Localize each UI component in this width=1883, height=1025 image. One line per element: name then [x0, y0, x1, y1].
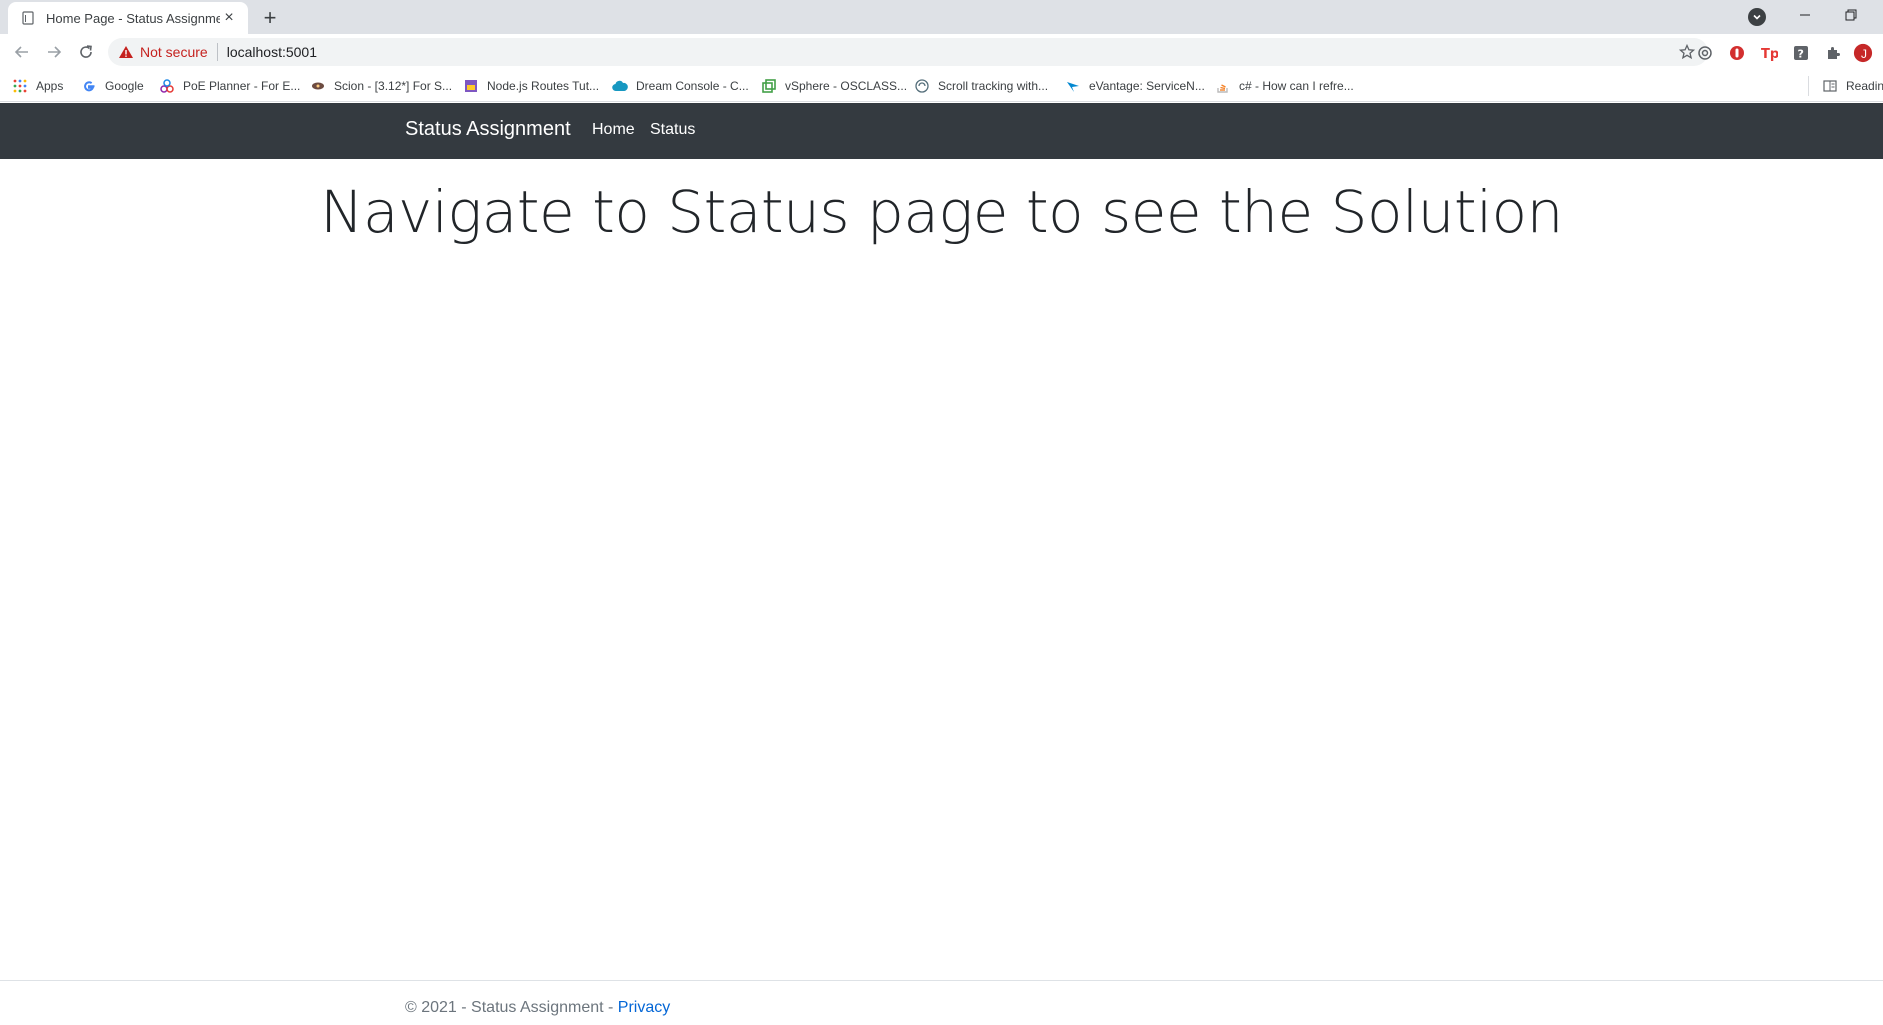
site-footer: © 2021 - Status Assignment - Privacy [0, 980, 1883, 1025]
bookmark-star-icon[interactable] [1678, 43, 1696, 61]
new-tab-button[interactable]: + [258, 6, 282, 30]
nav-link-home[interactable]: Home [592, 121, 635, 139]
poe-icon [159, 78, 175, 94]
browser-tab-active[interactable]: Home Page - Status Assignment × [8, 2, 248, 34]
bookmarks-bar: Apps Google PoE Planner - For E... Scion… [0, 70, 1883, 102]
svg-text:?: ? [1798, 48, 1804, 61]
help-extension-icon[interactable]: ? [1791, 43, 1811, 63]
bookmark-label: Scion - [3.12*] For S... [334, 79, 453, 93]
adblock-extension-icon[interactable] [1727, 43, 1747, 63]
omnibox-divider [216, 43, 218, 61]
restore-window-icon[interactable] [1828, 0, 1874, 30]
profile-avatar[interactable]: J [1853, 43, 1873, 63]
tp-extension-icon[interactable]: Tp [1759, 43, 1779, 63]
bookmark-label: Node.js Routes Tut... [487, 79, 600, 93]
svg-text:Tp: Tp [1761, 47, 1778, 61]
bookmark-label: PoE Planner - For E... [183, 79, 301, 93]
bookmark-item[interactable]: Scion - [3.12*] For S... [310, 76, 452, 96]
bookmark-label: c# - How can I refre... [1239, 79, 1354, 93]
back-arrow-icon[interactable] [10, 40, 34, 64]
salesforce-cloud-icon [612, 78, 628, 94]
tab-close-icon[interactable]: × [220, 9, 238, 27]
bookmark-label: Scroll tracking with... [938, 79, 1049, 93]
bookmark-label: vSphere - OSCLASS... [785, 79, 908, 93]
reload-icon[interactable] [74, 40, 98, 64]
extension-fingerprint-icon[interactable] [1695, 43, 1715, 63]
privacy-link[interactable]: Privacy [618, 999, 670, 1016]
bookmark-item[interactable]: Apps [12, 76, 63, 96]
reading-list-button[interactable]: Reading [1822, 76, 1883, 96]
bookmark-item[interactable]: Scroll tracking with... [914, 76, 1048, 96]
bookmark-item[interactable]: Google [81, 76, 144, 96]
tab-strip: Home Page - Status Assignment × + [0, 0, 1883, 34]
bookmarks-divider [1808, 76, 1809, 96]
node-icon [463, 78, 479, 94]
reading-list-icon [1822, 78, 1838, 94]
forward-arrow-icon[interactable] [42, 40, 66, 64]
navbar-brand-link[interactable]: Status Assignment [405, 118, 571, 141]
reading-list-label: Reading [1846, 79, 1883, 93]
tab-search-icon[interactable] [1748, 8, 1766, 26]
bookmark-label: Dream Console - C... [636, 79, 749, 93]
page-heading: Navigate to Status page to see the Solut… [320, 178, 1563, 246]
bookmark-label: Apps [36, 79, 64, 93]
scroll-icon [914, 78, 930, 94]
url-text[interactable]: localhost:5001 [227, 44, 317, 60]
tab-title: Home Page - Status Assignment [46, 10, 220, 26]
bookmark-item[interactable]: eVantage: ServiceN... [1065, 76, 1205, 96]
bookmark-item[interactable]: Dream Console - C... [612, 76, 749, 96]
security-status-label[interactable]: Not secure [140, 44, 208, 60]
address-bar[interactable]: Not secure localhost:5001 [108, 38, 1708, 66]
browser-window: Home Page - Status Assignment × + Not se… [0, 0, 1883, 1025]
site-navbar: Status Assignment Home Status [0, 103, 1883, 159]
warning-triangle-icon[interactable] [118, 44, 134, 60]
bookmark-item[interactable]: Node.js Routes Tut... [463, 76, 599, 96]
apps-grid-icon [12, 78, 28, 94]
page-favicon-icon [20, 10, 36, 26]
bookmark-item[interactable]: PoE Planner - For E... [159, 76, 300, 96]
browser-toolbar: Not secure localhost:5001 [0, 34, 1883, 70]
vsphere-icon [761, 78, 777, 94]
scion-icon [310, 78, 326, 94]
minimize-window-icon[interactable] [1782, 0, 1828, 30]
bookmark-item[interactable]: vSphere - OSCLASS... [761, 76, 907, 96]
stackoverflow-icon [1215, 78, 1231, 94]
extensions-puzzle-icon[interactable] [1823, 43, 1843, 63]
bookmark-item[interactable]: c# - How can I refre... [1215, 76, 1354, 96]
bookmark-label: Google [105, 79, 144, 93]
evantage-icon [1065, 78, 1081, 94]
footer-copyright: © 2021 - Status Assignment - [405, 999, 618, 1016]
bookmark-label: eVantage: ServiceN... [1089, 79, 1205, 93]
footer-text: © 2021 - Status Assignment - Privacy [405, 999, 670, 1017]
nav-link-status[interactable]: Status [650, 121, 695, 139]
google-icon [81, 78, 97, 94]
profile-initial: J [1861, 46, 1867, 61]
